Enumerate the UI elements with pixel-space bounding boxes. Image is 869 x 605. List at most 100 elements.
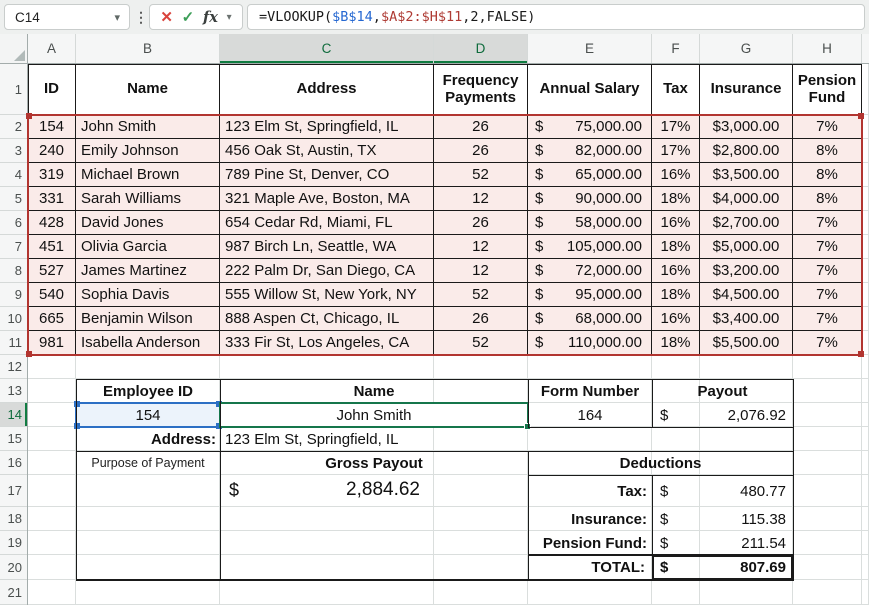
table-cell-h5[interactable]: 8% bbox=[793, 187, 862, 211]
table-cell-e8[interactable]: $72,000.00 bbox=[528, 259, 652, 283]
table-cell-h3[interactable]: 8% bbox=[793, 139, 862, 163]
table-cell-c4[interactable]: 789 Pine St, Denver, CO bbox=[220, 163, 434, 187]
column-header-a[interactable]: A bbox=[28, 34, 76, 63]
table-cell-g8[interactable]: $3,200.00 bbox=[700, 259, 793, 283]
cell-A14[interactable] bbox=[28, 403, 76, 427]
cell-G21[interactable] bbox=[700, 580, 793, 605]
cell-D17[interactable] bbox=[434, 475, 528, 507]
cell-D21[interactable] bbox=[434, 580, 528, 605]
cell-D12[interactable] bbox=[434, 355, 528, 379]
table-header-d[interactable]: Frequency Payments bbox=[434, 64, 528, 115]
cell-C19[interactable] bbox=[220, 531, 434, 555]
table-cell-g11[interactable]: $5,500.00 bbox=[700, 331, 793, 355]
table-cell-d2[interactable]: 26 bbox=[434, 115, 528, 139]
cell-x4[interactable] bbox=[862, 163, 869, 187]
table-cell-a3[interactable]: 240 bbox=[28, 139, 76, 163]
table-cell-b6[interactable]: David Jones bbox=[76, 211, 220, 235]
form-insurance-value[interactable]: $ 115.38 bbox=[652, 507, 793, 531]
cell-B17[interactable] bbox=[76, 475, 220, 507]
cell-x10[interactable] bbox=[862, 307, 869, 331]
table-cell-h8[interactable]: 7% bbox=[793, 259, 862, 283]
table-header-c[interactable]: Address bbox=[220, 64, 434, 115]
table-cell-g9[interactable]: $4,500.00 bbox=[700, 283, 793, 307]
table-cell-f6[interactable]: 16% bbox=[652, 211, 700, 235]
table-cell-h11[interactable]: 7% bbox=[793, 331, 862, 355]
table-header-b[interactable]: Name bbox=[76, 64, 220, 115]
table-cell-g7[interactable]: $5,000.00 bbox=[700, 235, 793, 259]
row-header-14[interactable]: 14 bbox=[0, 403, 27, 427]
cell-D18[interactable] bbox=[434, 507, 528, 531]
form-tax-label[interactable]: Tax: bbox=[528, 475, 652, 507]
column-header-c[interactable]: C bbox=[220, 34, 434, 63]
cell-A13[interactable] bbox=[28, 379, 76, 403]
form-purpose-label[interactable]: Purpose of Payment bbox=[76, 451, 220, 475]
cell-C20[interactable] bbox=[220, 555, 434, 580]
table-cell-g4[interactable]: $3,500.00 bbox=[700, 163, 793, 187]
row-header-15[interactable]: 15 bbox=[0, 427, 27, 451]
cell-x1[interactable] bbox=[862, 64, 869, 115]
table-cell-h2[interactable]: 7% bbox=[793, 115, 862, 139]
table-header-f[interactable]: Tax bbox=[652, 64, 700, 115]
cell-x19[interactable] bbox=[862, 531, 869, 555]
table-cell-e5[interactable]: $90,000.00 bbox=[528, 187, 652, 211]
table-cell-e11[interactable]: $110,000.00 bbox=[528, 331, 652, 355]
cell-x14[interactable] bbox=[862, 403, 869, 427]
row-header-18[interactable]: 18 bbox=[0, 507, 27, 531]
cell-E21[interactable] bbox=[528, 580, 652, 605]
cell-B21[interactable] bbox=[76, 580, 220, 605]
cell-C14[interactable] bbox=[220, 403, 434, 427]
form-address-value[interactable]: 123 Elm St, Springfield, IL bbox=[220, 427, 793, 451]
column-header-f[interactable]: F bbox=[652, 34, 700, 63]
select-all-corner[interactable] bbox=[0, 34, 28, 64]
table-cell-f10[interactable]: 16% bbox=[652, 307, 700, 331]
form-pension-value[interactable]: $ 211.54 bbox=[652, 531, 793, 555]
cell-A17[interactable] bbox=[28, 475, 76, 507]
cell-H14[interactable] bbox=[793, 403, 862, 427]
row-header-8[interactable]: 8 bbox=[0, 259, 27, 283]
cell-x21[interactable] bbox=[862, 580, 869, 605]
table-cell-c6[interactable]: 654 Cedar Rd, Miami, FL bbox=[220, 211, 434, 235]
form-tax-value[interactable]: $ 480.77 bbox=[652, 475, 793, 507]
cell-H16[interactable] bbox=[793, 451, 862, 475]
table-header-e[interactable]: Annual Salary bbox=[528, 64, 652, 115]
table-cell-a11[interactable]: 981 bbox=[28, 331, 76, 355]
cell-A20[interactable] bbox=[28, 555, 76, 580]
table-cell-f4[interactable]: 16% bbox=[652, 163, 700, 187]
form-total-label[interactable]: TOTAL: bbox=[528, 555, 652, 580]
cell-x12[interactable] bbox=[862, 355, 869, 379]
enter-icon[interactable]: ✓ bbox=[182, 8, 195, 26]
table-cell-d5[interactable]: 12 bbox=[434, 187, 528, 211]
table-cell-f3[interactable]: 17% bbox=[652, 139, 700, 163]
table-cell-d11[interactable]: 52 bbox=[434, 331, 528, 355]
table-cell-e7[interactable]: $105,000.00 bbox=[528, 235, 652, 259]
row-header-4[interactable]: 4 bbox=[0, 163, 27, 187]
table-cell-d7[interactable]: 12 bbox=[434, 235, 528, 259]
table-cell-a5[interactable]: 331 bbox=[28, 187, 76, 211]
table-cell-a9[interactable]: 540 bbox=[28, 283, 76, 307]
column-header-g[interactable]: G bbox=[700, 34, 793, 63]
table-cell-g6[interactable]: $2,700.00 bbox=[700, 211, 793, 235]
cell-H21[interactable] bbox=[793, 580, 862, 605]
form-name-label[interactable]: Name bbox=[220, 379, 528, 403]
cell-D20[interactable] bbox=[434, 555, 528, 580]
table-cell-c5[interactable]: 321 Maple Ave, Boston, MA bbox=[220, 187, 434, 211]
row-header-17[interactable]: 17 bbox=[0, 475, 27, 507]
cell-H17[interactable] bbox=[793, 475, 862, 507]
table-cell-c7[interactable]: 987 Birch Ln, Seattle, WA bbox=[220, 235, 434, 259]
table-cell-e2[interactable]: $75,000.00 bbox=[528, 115, 652, 139]
cell-x20[interactable] bbox=[862, 555, 869, 580]
form-payout-label[interactable]: Payout bbox=[652, 379, 793, 403]
table-cell-f5[interactable]: 18% bbox=[652, 187, 700, 211]
table-cell-a8[interactable]: 527 bbox=[28, 259, 76, 283]
column-header-h[interactable]: H bbox=[793, 34, 862, 63]
row-header-10[interactable]: 10 bbox=[0, 307, 27, 331]
table-cell-f2[interactable]: 17% bbox=[652, 115, 700, 139]
table-header-a[interactable]: ID bbox=[28, 64, 76, 115]
cell-A16[interactable] bbox=[28, 451, 76, 475]
formula-bar-grip-icon[interactable]: ⋮ bbox=[136, 4, 146, 30]
cell-A18[interactable] bbox=[28, 507, 76, 531]
table-cell-c10[interactable]: 888 Aspen Ct, Chicago, IL bbox=[220, 307, 434, 331]
form-payout-value[interactable]: $ 2,076.92 bbox=[652, 403, 793, 427]
form-employee-id-label[interactable]: Employee ID bbox=[76, 379, 220, 403]
cell-C12[interactable] bbox=[220, 355, 434, 379]
